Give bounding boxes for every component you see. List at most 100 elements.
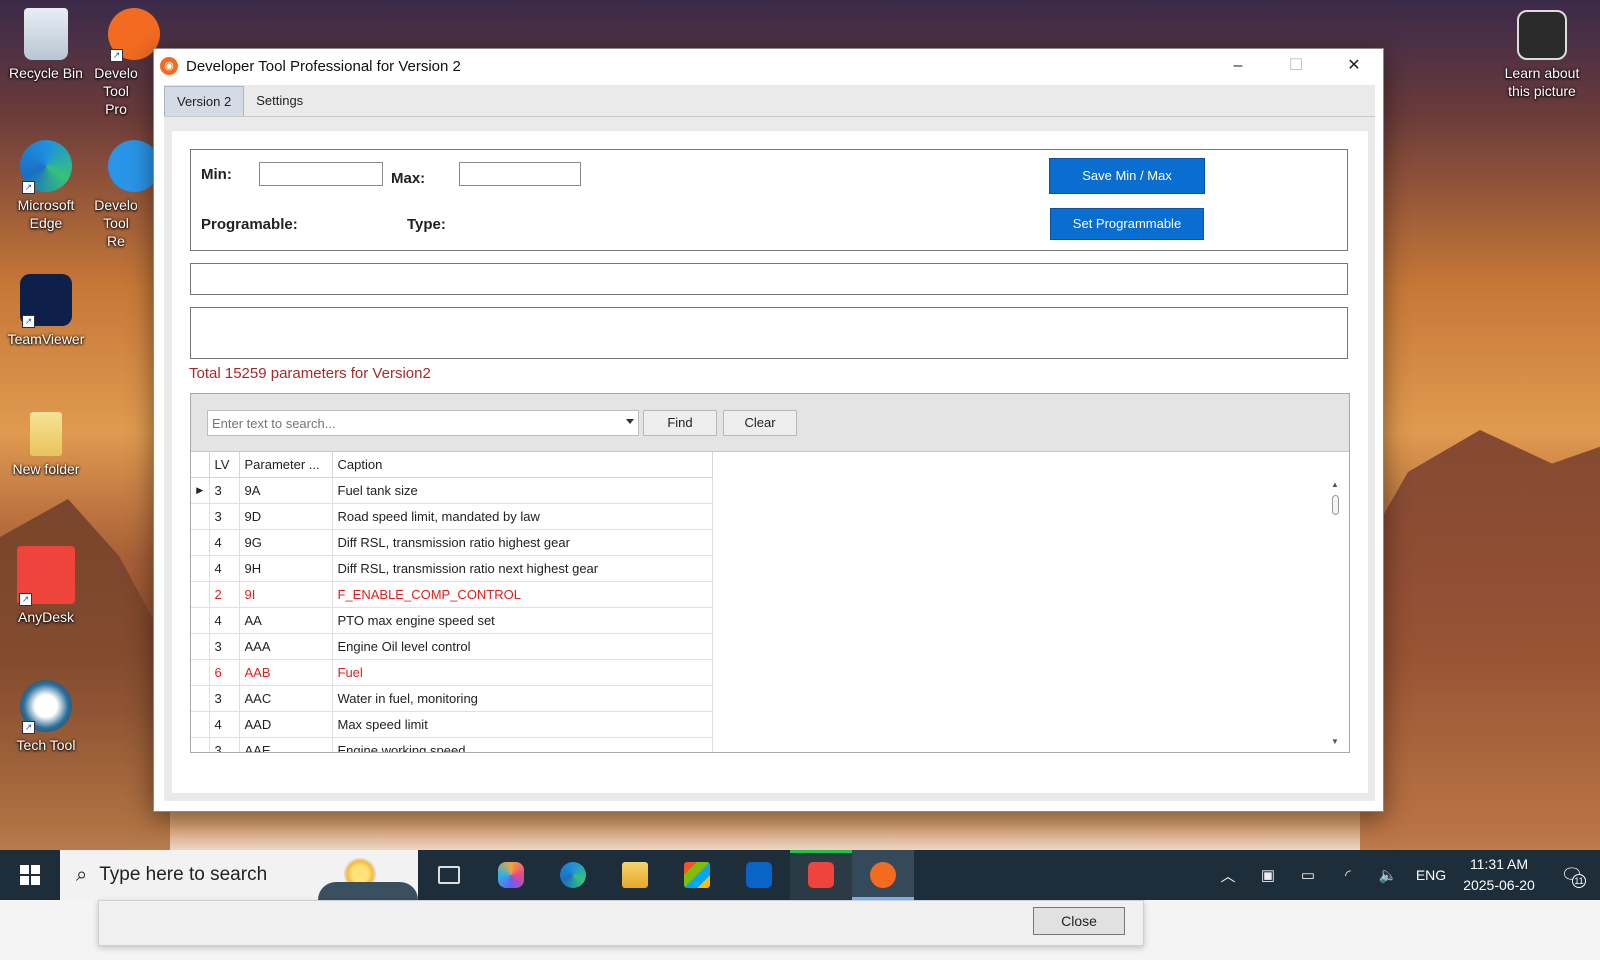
desktop-icon-microsoft-edge[interactable]: ↗ Microsoft Edge: [6, 140, 86, 232]
developer-tool-taskbar-button[interactable]: [852, 850, 914, 900]
column-header-lv[interactable]: LV: [209, 452, 240, 478]
desktop-icon-label: Tech Tool: [16, 737, 76, 753]
background-dialog: Close: [98, 900, 1144, 946]
windows-logo-icon: [20, 865, 40, 885]
parameter-description-field[interactable]: [190, 307, 1348, 359]
set-programmable-button[interactable]: Set Programmable: [1050, 208, 1204, 240]
window-client: Version 2 Settings Min: Max: Programable…: [164, 85, 1375, 801]
programable-label: Programable:: [201, 216, 298, 233]
cell-caption: Diff RSL, transmission ratio highest gea…: [332, 529, 713, 556]
parameter-name-field[interactable]: [190, 263, 1348, 295]
edge-icon: [560, 862, 586, 888]
cell-lv: 4: [209, 711, 240, 738]
grid-vertical-scrollbar[interactable]: ▲ ▼: [1329, 480, 1341, 750]
desktop-icon-label: Recycle Bin: [9, 65, 83, 81]
scroll-up-icon[interactable]: ▲: [1329, 480, 1341, 489]
current-row-indicator-icon: ▶: [191, 477, 210, 504]
maximize-button[interactable]: ☐: [1267, 49, 1325, 83]
show-hidden-icons-chevron-icon[interactable]: ︿: [1208, 865, 1248, 886]
outlook-icon: [746, 862, 772, 888]
start-button[interactable]: [0, 850, 60, 900]
desktop-icon-recycle-bin[interactable]: Recycle Bin: [6, 8, 86, 82]
desktop-icon-teamviewer[interactable]: ↗ TeamViewer: [6, 274, 86, 348]
store-button[interactable]: [666, 850, 728, 900]
cell-lv: 2: [209, 581, 240, 608]
scroll-thumb[interactable]: [1331, 495, 1339, 515]
table-row[interactable]: 3 AAC Water in fuel, monitoring: [191, 685, 713, 712]
task-view-button[interactable]: [418, 850, 480, 900]
table-row[interactable]: 3 AAE Engine working speed: [191, 737, 713, 752]
cell-parameter: AAA: [239, 633, 333, 660]
min-input[interactable]: [259, 162, 383, 186]
meet-now-icon[interactable]: ▣: [1248, 866, 1288, 884]
developer-tool-icon: [870, 862, 896, 888]
edge-taskbar-button[interactable]: [542, 850, 604, 900]
cell-parameter: 9D: [239, 503, 333, 530]
notification-center-button[interactable]: 🗨 11: [1544, 865, 1600, 888]
grid-search-panel: Find Clear: [191, 394, 1349, 452]
cell-caption: PTO max engine speed set: [332, 607, 713, 634]
desktop-icon-new-folder[interactable]: New folder: [6, 412, 86, 478]
learn-about-picture[interactable]: Learn about this picture: [1498, 10, 1586, 100]
table-row[interactable]: 3 AAA Engine Oil level control: [191, 633, 713, 660]
minimize-button[interactable]: –: [1209, 49, 1267, 83]
dropdown-arrow-icon[interactable]: [626, 419, 634, 424]
battery-icon[interactable]: ▭: [1288, 866, 1328, 884]
parameter-settings-box: Min: Max: Programable: Type: Save Min / …: [190, 149, 1348, 251]
table-row[interactable]: 4 9H Diff RSL, transmission ratio next h…: [191, 555, 713, 582]
anydesk-taskbar-button[interactable]: [790, 850, 852, 900]
cell-parameter: AAE: [239, 737, 333, 752]
total-parameters-text: Total 15259 parameters for Version2: [189, 365, 431, 382]
main-window: ◉ Developer Tool Professional for Versio…: [153, 48, 1384, 812]
search-combo[interactable]: [207, 410, 639, 436]
scroll-down-icon[interactable]: ▼: [1329, 737, 1341, 746]
desktop-icon-label: Develo Tool Pro: [94, 65, 138, 117]
store-icon: [684, 862, 710, 888]
tab-settings[interactable]: Settings: [244, 86, 315, 116]
volume-icon[interactable]: 🔈: [1368, 866, 1408, 884]
close-button[interactable]: ✕: [1325, 49, 1383, 83]
outlook-button[interactable]: [728, 850, 790, 900]
dialog-close-button[interactable]: Close: [1033, 907, 1125, 935]
table-row[interactable]: 2 9I F_ENABLE_COMP_CONTROL: [191, 581, 713, 608]
wallpaper-rock-left: [0, 499, 170, 860]
cell-caption: Diff RSL, transmission ratio next highes…: [332, 555, 713, 582]
file-explorer-button[interactable]: [604, 850, 666, 900]
column-header-parameter[interactable]: Parameter ...: [239, 452, 333, 478]
desktop-icon-anydesk[interactable]: ↗ AnyDesk: [6, 546, 86, 626]
recycle-bin-icon: [24, 8, 68, 60]
cell-lv: 4: [209, 529, 240, 556]
network-icon[interactable]: ◜: [1328, 866, 1368, 884]
table-row[interactable]: 4 AAD Max speed limit: [191, 711, 713, 738]
tab-version-2[interactable]: Version 2: [164, 86, 245, 116]
title-bar[interactable]: ◉ Developer Tool Professional for Versio…: [154, 49, 1383, 83]
save-min-max-button[interactable]: Save Min / Max: [1049, 158, 1205, 194]
table-row[interactable]: 3 9D Road speed limit, mandated by law: [191, 503, 713, 530]
taskbar-search-box[interactable]: ⌕ Type here to search: [60, 850, 418, 900]
table-row[interactable]: 6 AAB Fuel: [191, 659, 713, 686]
cell-lv: 3: [209, 685, 240, 712]
table-row[interactable]: 4 9G Diff RSL, transmission ratio highes…: [191, 529, 713, 556]
language-indicator[interactable]: ENG: [1408, 867, 1454, 883]
tab-strip: Version 2 Settings: [164, 85, 1375, 117]
max-input[interactable]: [459, 162, 581, 186]
search-input[interactable]: [208, 411, 608, 435]
teamviewer-icon: ↗: [20, 274, 72, 328]
task-view-icon: [438, 866, 460, 884]
column-header-caption[interactable]: Caption: [332, 452, 713, 478]
cell-caption: Fuel tank size: [332, 477, 713, 504]
table-row[interactable]: ▶ 3 9A Fuel tank size: [191, 477, 713, 504]
search-icon: ⌕: [76, 863, 88, 886]
desktop-icon-tech-tool[interactable]: ↗ Tech Tool: [6, 680, 86, 754]
cell-lv: 4: [209, 555, 240, 582]
find-button[interactable]: Find: [643, 410, 717, 436]
tab-page-version-2: Min: Max: Programable: Type: Save Min / …: [172, 131, 1368, 793]
cell-lv: 4: [209, 607, 240, 634]
clear-button[interactable]: Clear: [723, 410, 797, 436]
clock[interactable]: 11:31 AM 2025-06-20: [1454, 854, 1544, 896]
cell-caption: Engine Oil level control: [332, 633, 713, 660]
taskbar-search-placeholder: Type here to search: [99, 864, 268, 885]
copilot-button[interactable]: [480, 850, 542, 900]
desktop-icon-label: AnyDesk: [17, 609, 75, 625]
table-row[interactable]: 4 AA PTO max engine speed set: [191, 607, 713, 634]
